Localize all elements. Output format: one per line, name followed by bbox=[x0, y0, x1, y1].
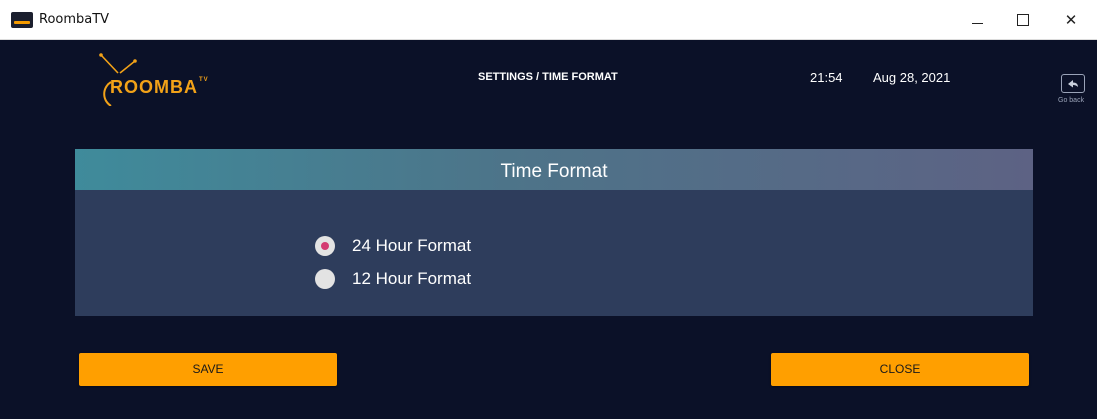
return-arrow-icon bbox=[1061, 74, 1085, 93]
maximize-icon bbox=[1017, 14, 1029, 26]
minimize-button[interactable] bbox=[957, 4, 997, 36]
panel-header: Time Format bbox=[75, 149, 1033, 190]
minimize-icon bbox=[971, 22, 983, 24]
clock-date: Aug 28, 2021 bbox=[873, 70, 951, 85]
close-button[interactable]: CLOSE bbox=[771, 353, 1029, 386]
logo-text: ROOMBA bbox=[110, 77, 198, 97]
logo-trademark: TV bbox=[199, 77, 209, 83]
app-content: ROOMBATV SETTINGS / TIME FORMAT 21:54 Au… bbox=[0, 40, 1097, 419]
close-icon: ✕ bbox=[1064, 11, 1078, 29]
option-24-hour[interactable]: 24 Hour Format bbox=[315, 228, 565, 258]
radio-12-hour[interactable] bbox=[315, 269, 335, 289]
go-back-label: Go back bbox=[1058, 97, 1085, 104]
time-format-panel: Time Format 24 Hour Format 12 Hour Forma… bbox=[75, 149, 1033, 316]
close-window-button[interactable]: ✕ bbox=[1051, 4, 1091, 36]
app-icon bbox=[11, 12, 33, 28]
window-titlebar: RoombaTV ✕ bbox=[0, 0, 1097, 40]
option-12-hour-label: 12 Hour Format bbox=[352, 269, 472, 288]
save-button[interactable]: SAVE bbox=[79, 353, 337, 386]
clock-time: 21:54 bbox=[810, 70, 843, 85]
go-back-button[interactable]: Go back bbox=[1058, 74, 1090, 114]
window-title: RoombaTV bbox=[39, 12, 110, 27]
option-12-hour[interactable]: 12 Hour Format bbox=[315, 261, 565, 291]
page-title: SETTINGS / TIME FORMAT bbox=[478, 71, 618, 83]
radio-24-hour[interactable] bbox=[315, 236, 335, 256]
option-24-hour-label: 24 Hour Format bbox=[352, 236, 472, 255]
roomba-logo: ROOMBATV bbox=[98, 48, 208, 106]
maximize-button[interactable] bbox=[1003, 4, 1043, 36]
panel-title: Time Format bbox=[500, 161, 608, 182]
